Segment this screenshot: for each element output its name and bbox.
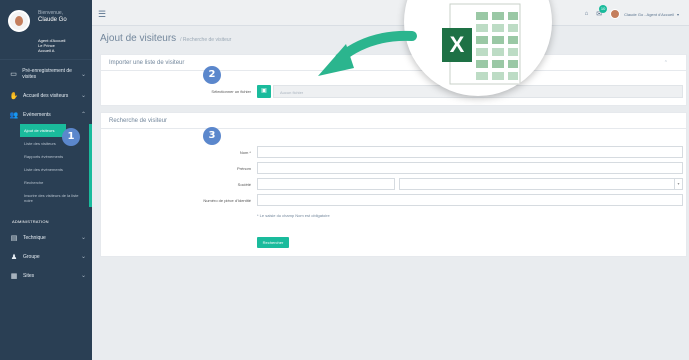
handshake-icon: ✋: [9, 92, 19, 100]
hamburger-menu-icon[interactable]: ☰: [98, 9, 106, 20]
sidebar-item-preregistration[interactable]: ▭ Pré-enregistrement de visites ⌄: [0, 62, 92, 86]
excel-letter: X: [450, 32, 465, 57]
sidebar-item-label: Pré-enregistrement de visites: [22, 68, 72, 80]
chevron-down-icon: ⌄: [80, 235, 86, 241]
sidebar-item-sites[interactable]: ▦ Sites ⌄: [0, 266, 92, 285]
page-title: Ajout de visiteurs / Recherche de visiteu…: [100, 33, 231, 44]
search-panel-header: Recherche de visiteur: [101, 113, 686, 129]
select-arrow-icon: ▾: [674, 179, 682, 189]
file-label: Sélectionner un fichier: [211, 89, 251, 94]
prenom-label: Prénom: [236, 166, 251, 171]
chevron-down-icon: ⌄: [80, 254, 86, 260]
pointer-arrow-icon: [318, 30, 417, 76]
required-hint: * Le saisie du champ Nom est obligatoire: [257, 213, 330, 218]
form-row-piece: Numéro de pièce d'Identité: [101, 194, 686, 206]
form-row-prenom: Prénom: [101, 162, 686, 174]
building-icon: ▦: [10, 272, 18, 280]
step-marker-3: 3: [203, 127, 221, 145]
submenu-item-blacklist[interactable]: Inscrire des visiteurs de la liste noire: [0, 189, 89, 207]
sidebar-item-reception[interactable]: ✋ Accueil des visiteurs ⌄: [0, 86, 92, 105]
user-name: Claude Go: [38, 17, 67, 23]
sidebar: Bienvenue, Claude Go Agent d'Accueil Le …: [0, 0, 92, 360]
submenu-item-search[interactable]: Recherche: [0, 176, 89, 189]
chevron-up-icon: ⌃: [80, 112, 86, 118]
group-icon: ♟: [10, 253, 18, 261]
search-button[interactable]: Rechercher: [257, 237, 289, 248]
piece-input[interactable]: [257, 194, 683, 206]
nom-input[interactable]: [257, 146, 683, 158]
submenu-item-add-visitors[interactable]: Ajout de visiteurs: [20, 124, 66, 137]
chevron-down-icon: ⌄: [80, 71, 86, 78]
role-line: Accueil A: [38, 48, 55, 53]
user-menu[interactable]: Claude Go - Agent d'Accueil: [624, 12, 674, 17]
user-avatar[interactable]: [610, 9, 621, 19]
admin-menu: ▤ Technique ⌄ ♟ Groupe ⌄ ▦ Sites ⌄: [0, 228, 92, 285]
users-icon: 👥: [9, 111, 19, 119]
home-icon[interactable]: ⌂: [585, 11, 589, 17]
monitor-icon: ▭: [10, 71, 17, 78]
submenu-item-event-list[interactable]: Liste des évènements: [0, 163, 89, 176]
sidebar-item-label: Sites: [23, 272, 35, 279]
envelope-icon[interactable]: ✉ 10: [596, 5, 608, 18]
breadcrumb: / Recherche de visiteur: [180, 37, 232, 43]
nom-label: Nom *: [239, 150, 251, 155]
collapse-icon[interactable]: ⌃: [664, 60, 668, 66]
caret-down-icon[interactable]: ▾: [677, 12, 679, 17]
server-icon: ▤: [10, 234, 18, 242]
form-row-societe: Société ▾: [101, 178, 686, 190]
chevron-down-icon: ⌄: [80, 273, 86, 279]
top-right-controls: ⌂ ✉ 10 Claude Go - Agent d'Accueil ▾: [585, 5, 679, 19]
search-panel: Recherche de visiteur Nom * Prénom Socié…: [100, 112, 687, 257]
search-panel-title: Recherche de visiteur: [109, 118, 168, 124]
notification-badge: 10: [599, 5, 608, 13]
welcome-text: Bienvenue,: [38, 10, 64, 16]
sidebar-item-label: Evènements: [23, 111, 51, 118]
societe-label: Société: [237, 182, 251, 187]
piece-label: Numéro de pièce d'Identité: [203, 198, 251, 203]
step-marker-1: 1: [62, 128, 80, 146]
file-upload-button[interactable]: ▣: [257, 85, 271, 98]
societe-select[interactable]: ▾: [399, 178, 683, 190]
submenu-item-event-reports[interactable]: Rapports évènements: [0, 150, 89, 163]
profile: Bienvenue, Claude Go: [0, 0, 92, 36]
sidebar-item-groupe[interactable]: ♟ Groupe ⌄: [0, 247, 92, 266]
chevron-down-icon: ⌄: [80, 93, 86, 99]
sidebar-item-technique[interactable]: ▤ Technique ⌄: [0, 228, 92, 247]
form-row-nom: Nom *: [101, 146, 686, 158]
sidebar-item-label: Accueil des visiteurs: [23, 92, 69, 99]
avatar[interactable]: [8, 10, 30, 32]
step-marker-2: 2: [203, 66, 221, 84]
sidebar-item-label: Technique: [23, 234, 46, 241]
sidebar-item-label: Groupe: [23, 253, 40, 260]
import-panel-title: Importer une liste de visiteur: [109, 60, 185, 66]
role-block: Agent d'Accueil Le Prince Accueil A: [0, 36, 92, 57]
societe-input[interactable]: [257, 178, 395, 190]
sidebar-item-events[interactable]: 👥 Evènements ⌃: [0, 105, 92, 124]
admin-section-title: ADMINISTRATION: [12, 219, 49, 224]
page-title-text: Ajout de visiteurs: [100, 33, 177, 44]
prenom-input[interactable]: [257, 162, 683, 174]
